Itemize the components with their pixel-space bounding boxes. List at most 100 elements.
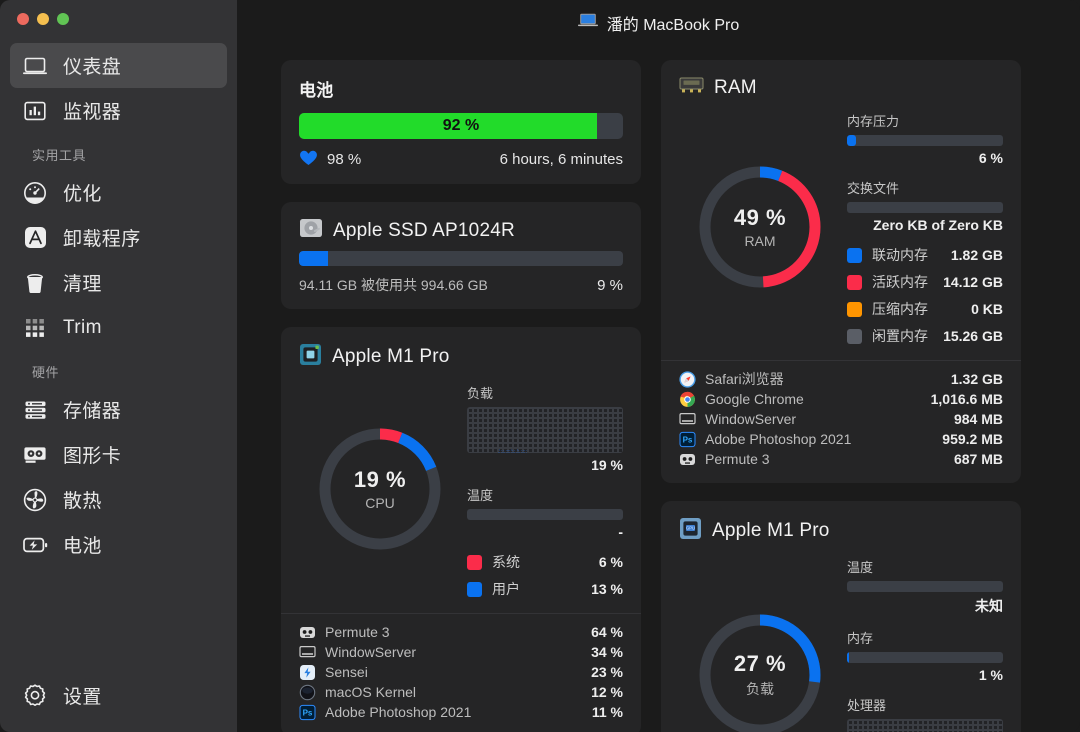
gpu-donut-wrap: 27 % 负载	[679, 553, 841, 732]
sidebar-item-battery[interactable]: 电池	[10, 522, 227, 567]
close-button[interactable]	[17, 13, 29, 25]
ssd-usage-bar	[299, 251, 623, 266]
list-item[interactable]: WindowServer 34 %	[299, 642, 623, 662]
ssd-percent-label: 9 %	[597, 276, 623, 294]
sidebar-item-graphics-card[interactable]: 图形卡	[10, 432, 227, 477]
sidebar-item-uninstaller[interactable]: 卸载程序	[10, 215, 227, 260]
cpu-temp-block: 温度 -	[467, 485, 623, 540]
ram-legend-compressed: 压缩内存 0 KB	[847, 299, 1003, 319]
process-value: 984 MB	[953, 411, 1003, 427]
process-value: 959.2 MB	[942, 431, 1003, 447]
cpu-donut-wrap: 19 % CPU	[299, 379, 461, 599]
battery-icon	[22, 532, 48, 558]
sidebar-nav: 仪表盘 监视器 实用工具 优化 卸载程序 清理 Trim 硬件 存储器 图形卡 …	[0, 40, 237, 567]
gpu-mem-title: 内存	[847, 631, 874, 646]
process-name: Adobe Photoshop 2021	[705, 431, 852, 447]
cpu-donut-caption: CPU	[365, 495, 395, 511]
list-item[interactable]: Permute 3 64 %	[299, 622, 623, 642]
sidebar-item-storage[interactable]: 存储器	[10, 387, 227, 432]
window-controls	[0, 0, 237, 40]
ram-card: RAM 49 % RAM 内存压力 6 % 交换文件 Zero KB of Ze…	[661, 60, 1021, 483]
list-item[interactable]: Ps Adobe Photoshop 2021 11 %	[299, 702, 623, 722]
process-name: macOS Kernel	[325, 684, 417, 700]
cpu-card: Apple M1 Pro 19 % CPU 负载 19 % 温度 - 系统 6 …	[281, 327, 641, 732]
sidebar-item-optimize[interactable]: 优化	[10, 170, 227, 215]
cpu-process-list: Permute 3 64 % WindowServer 34 % Sensei …	[299, 622, 623, 722]
sidebar-item-trim[interactable]: Trim	[10, 305, 227, 350]
ram-swap-block: 交换文件 Zero KB of Zero KB	[847, 178, 1003, 233]
legend-label: 联动内存	[872, 247, 928, 263]
process-name: Sensei	[325, 664, 368, 680]
gpu-body: 27 % 负载 温度 未知 内存 1 % 处理器	[679, 553, 1003, 732]
minimize-button[interactable]	[37, 13, 49, 25]
svg-text:GPU: GPU	[686, 526, 695, 531]
sidebar-item-cleanup[interactable]: 清理	[10, 260, 227, 305]
cpu-temp-title: 温度	[467, 488, 494, 503]
cpu-load-title: 负载	[467, 386, 494, 401]
legend-label: 用户	[492, 581, 520, 597]
right-column: RAM 49 % RAM 内存压力 6 % 交换文件 Zero KB of Ze…	[661, 60, 1021, 732]
graphics-card-icon	[22, 442, 48, 468]
sidebar-section-hardware: 硬件	[32, 365, 60, 380]
list-item[interactable]: Google Chrome 1,016.6 MB	[679, 389, 1003, 409]
list-item[interactable]: Safari浏览器 1.32 GB	[679, 369, 1003, 389]
monitor-icon	[22, 98, 48, 124]
window-title: 潘的 MacBook Pro	[606, 16, 740, 34]
gpu-mem-fill	[847, 652, 849, 663]
legend-label: 压缩内存	[872, 301, 928, 317]
sidebar-item-dashboard[interactable]: 仪表盘	[10, 43, 227, 88]
battery-meta-row: 98 % 6 hours, 6 minutes	[299, 149, 623, 170]
ram-swap-title: 交换文件	[847, 181, 900, 196]
ram-body: 49 % RAM 内存压力 6 % 交换文件 Zero KB of Zero K…	[679, 107, 1003, 346]
legend-color-swatch	[847, 328, 862, 344]
legend-label: 闲置内存	[872, 328, 928, 344]
battery-time-remaining: 6 hours, 6 minutes	[499, 151, 623, 168]
ram-card-header: RAM	[679, 76, 1003, 99]
sidebar-item-monitor[interactable]: 监视器	[10, 88, 227, 133]
gpu-proc-title: 处理器	[847, 698, 887, 713]
ram-pressure-fill	[847, 135, 857, 146]
legend-label: 活跃内存	[872, 274, 928, 290]
cpu-legend-user: 用户 13 %	[467, 579, 623, 599]
battery-progress-label: 92 %	[442, 117, 480, 134]
legend-color-swatch	[847, 247, 862, 263]
legend-color-swatch	[467, 581, 482, 597]
list-item[interactable]: Permute 3 687 MB	[679, 449, 1003, 469]
list-item[interactable]: macOS Kernel 12 %	[299, 682, 623, 702]
cpu-temp-bar	[467, 509, 623, 520]
gear-icon	[22, 683, 48, 709]
process-name: Permute 3	[325, 624, 390, 640]
sidebar-item-label: 优化	[63, 184, 102, 205]
cpu-load-value: 19 %	[591, 457, 623, 473]
list-item[interactable]: WindowServer 984 MB	[679, 409, 1003, 429]
legend-value: 13 %	[591, 581, 623, 597]
ssd-card-title: Apple SSD AP1024R	[333, 219, 515, 241]
ram-swap-value: Zero KB of Zero KB	[873, 217, 1003, 233]
ssd-card: Apple SSD AP1024R 94.11 GB 被使用共 994.66 G…	[281, 202, 641, 309]
svg-text:Ps: Ps	[683, 435, 693, 444]
gpu-temp-block: 温度 未知	[847, 557, 1003, 616]
cpu-donut-value: 19 %	[353, 467, 407, 492]
zoom-button[interactable]	[57, 13, 69, 25]
permute-icon	[679, 451, 696, 468]
titlebar: 潘的 MacBook Pro	[237, 0, 1080, 45]
memory-stick-icon	[679, 76, 704, 99]
sidebar-item-label: 图形卡	[63, 446, 122, 467]
list-item[interactable]: Sensei 23 %	[299, 662, 623, 682]
windowserver-icon	[299, 644, 316, 661]
ram-pressure-title: 内存压力	[847, 114, 900, 129]
sidebar-item-label: 散热	[63, 491, 102, 512]
process-value: 11 %	[591, 704, 623, 720]
sidebar-item-cooling[interactable]: 散热	[10, 477, 227, 522]
list-item[interactable]: Ps Adobe Photoshop 2021 959.2 MB	[679, 429, 1003, 449]
gpu-temp-value: 未知	[975, 598, 1003, 614]
cpu-metrics: 负载 19 % 温度 - 系统 6 % 用户 13 %	[467, 379, 623, 599]
battery-card: 电池 92 % 98 % 6 hours, 6 minutes	[281, 60, 641, 184]
ram-pressure-block: 内存压力 6 %	[847, 111, 1003, 166]
ram-donut-center: 49 % RAM	[696, 163, 824, 291]
sidebar-item-settings[interactable]: 设置	[10, 673, 227, 718]
legend-value: 6 %	[598, 554, 623, 570]
gpu-donut-value: 27 %	[733, 651, 787, 676]
trim-icon	[22, 315, 48, 341]
ram-legend-wired: 联动内存 1.82 GB	[847, 245, 1003, 265]
